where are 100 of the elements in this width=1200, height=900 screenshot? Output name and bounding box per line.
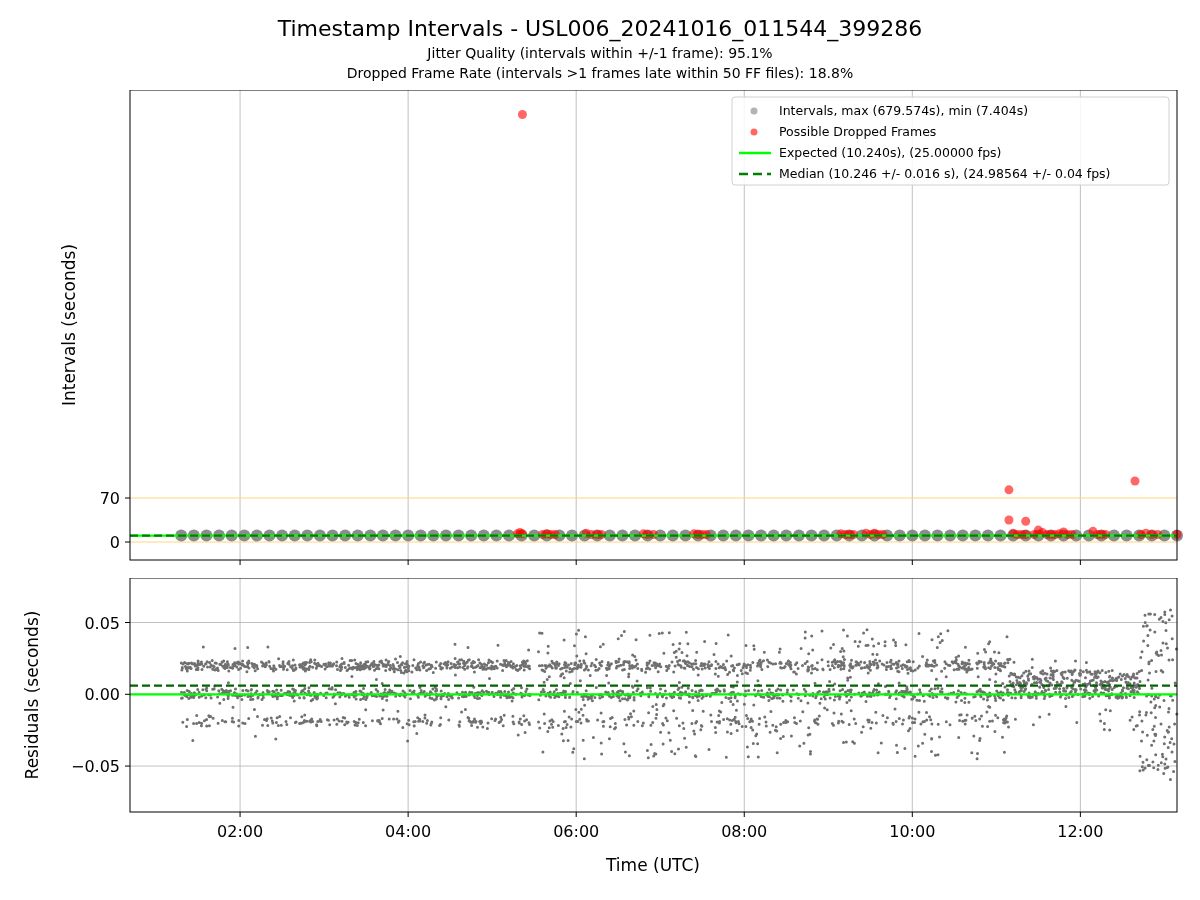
interval-point [603, 529, 616, 542]
dropped-frame-point [1029, 530, 1039, 539]
interval-point [414, 529, 427, 542]
interval-point [452, 529, 465, 542]
interval-point [969, 529, 982, 542]
interval-point [780, 529, 793, 542]
dropped-frame-point [1063, 530, 1073, 539]
interval-point [364, 529, 377, 542]
interval-point [351, 529, 364, 542]
dropped-frame-point [840, 530, 850, 539]
dropped-frame-point [550, 530, 560, 539]
interval-point [301, 529, 314, 542]
dropped-frame-point [586, 530, 596, 539]
interval-point [465, 529, 478, 542]
interval-point [187, 529, 200, 542]
interval-point [1120, 529, 1133, 542]
dropped-frame-point [581, 528, 591, 538]
interval-point [566, 529, 578, 542]
dropped-frame-point [1130, 476, 1140, 486]
interval-point [528, 529, 541, 542]
interval-point [288, 529, 301, 542]
dropped-frame-point [1092, 530, 1102, 539]
interval-point [805, 529, 818, 542]
interval-point [439, 529, 452, 542]
dropped-frame-point [865, 530, 875, 539]
x-tick-label: 08:00 [721, 822, 768, 841]
dropped-frame-point [836, 529, 846, 539]
interval-point [679, 529, 692, 542]
interval-point [881, 529, 894, 542]
interval-point [818, 529, 831, 542]
interval-point [944, 529, 957, 542]
dropped-frame-point [538, 530, 548, 539]
dropped-frame-point [1054, 529, 1064, 539]
x-tick-label: 12:00 [1057, 822, 1104, 841]
dropped-frame-point [1038, 528, 1048, 538]
y-tick-label: 0 [109, 533, 120, 552]
interval-point [1057, 529, 1070, 542]
dropped-frame-point [870, 528, 879, 538]
interval-point [313, 529, 326, 542]
interval-point [616, 529, 629, 542]
legend-line-icon [739, 172, 771, 176]
interval-point [956, 529, 969, 542]
legend-marker-icon [750, 107, 758, 115]
interval-point [339, 529, 352, 542]
interval-point [994, 529, 1007, 542]
x-tick-label: 02:00 [217, 822, 264, 841]
legend-label: Median (10.246 +/- 0.016 s), (24.98564 +/- 0.04 fps) [779, 166, 1111, 181]
dropped-frame-point [638, 529, 648, 539]
dropped-frame-point [878, 530, 888, 539]
interval-point [1158, 529, 1171, 542]
interval-point [704, 529, 717, 542]
interval-point [553, 529, 566, 542]
dropped-frame-point [1008, 528, 1018, 538]
chart-subtitle: Dropped Frame Rate (intervals >1 frames late within 50 FF files): 18.8% [346, 64, 854, 83]
interval-point [931, 529, 944, 542]
interval-point [389, 529, 402, 542]
y-axis-label: Residuals (seconds) [22, 610, 42, 780]
interval-point [755, 529, 768, 542]
interval-point [490, 529, 503, 542]
interval-point [477, 529, 490, 542]
y-axis-label: Intervals (seconds) [59, 243, 79, 407]
interval-point [1032, 529, 1045, 542]
interval-point [906, 529, 919, 542]
dropped-frame-point [689, 529, 699, 539]
interval-point [238, 529, 251, 542]
dropped-frame-point [1042, 530, 1052, 539]
dropped-frame-point [596, 530, 606, 539]
interval-point [250, 529, 263, 542]
y-tick-label: 0.05 [84, 613, 120, 633]
interval-point [830, 529, 843, 542]
interval-point [276, 529, 289, 542]
dropped-frame-point [701, 530, 711, 539]
interval-point [578, 529, 591, 542]
interval-point [792, 529, 805, 542]
interval-point [200, 529, 213, 542]
interval-point [767, 529, 780, 542]
interval-point [1007, 529, 1020, 542]
y-tick-label: 0.00 [84, 685, 120, 705]
interval-point [981, 529, 994, 542]
dropped-frame-point [1101, 530, 1111, 539]
x-axis-label: Time (UTC) [606, 855, 700, 875]
interval-point [376, 529, 389, 542]
interval-point [868, 529, 881, 542]
dropped-frame-point [1067, 530, 1077, 539]
interval-point [1070, 529, 1083, 542]
interval-point [402, 529, 415, 542]
dropped-frame-point [649, 530, 658, 539]
interval-point [213, 529, 226, 542]
legend-label: Expected (10.240s), (25.00000 fps) [779, 145, 1002, 160]
legend-label: Intervals, max (679.574s), min (7.404s) [779, 103, 1029, 118]
interval-point [654, 529, 667, 542]
legend-line-icon [739, 151, 771, 155]
legend-marker-icon [750, 128, 758, 136]
interval-point [629, 529, 641, 542]
dropped-frame-point [1088, 526, 1098, 536]
x-tick-label: 06:00 [553, 822, 600, 841]
interval-point [225, 529, 238, 542]
interval-point [1108, 529, 1120, 542]
dropped-frame-point [849, 530, 858, 539]
interval-point [1082, 529, 1095, 542]
